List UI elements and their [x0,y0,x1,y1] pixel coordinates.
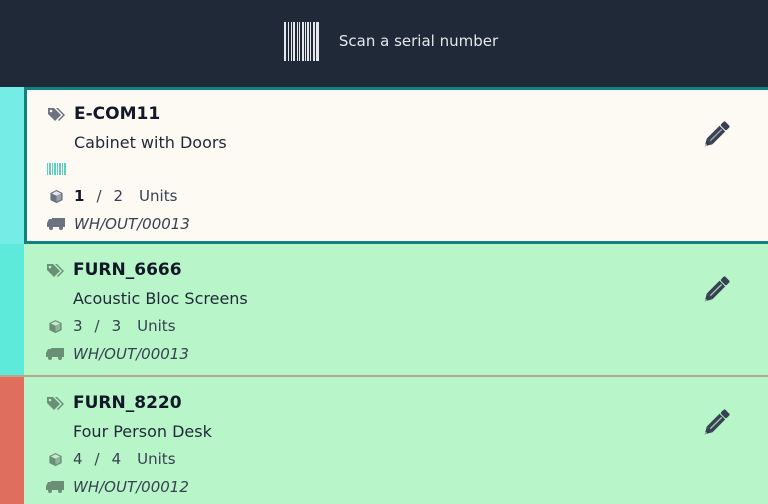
edit-line-button[interactable] [696,272,736,312]
product-name: Cabinet with Doors [74,132,227,152]
product-name-line: Cabinet with Doors [47,128,227,156]
uom: Units [137,450,176,468]
move-line-card[interactable]: FURN_8220 Four Person Desk 4 / 4 Units W… [24,377,768,504]
app-header: Scan a serial number [0,0,768,87]
cube-icon [46,451,64,467]
move-line-row[interactable]: FURN_6666 Acoustic Bloc Screens 3 / 3 Un… [0,244,768,375]
qty-done: 4 [73,450,83,468]
tag-icon [46,262,64,278]
serial-line [47,156,227,182]
scan-serial-button[interactable]: Scan a serial number [283,21,499,61]
truck-icon [46,346,64,362]
product-ref-line: FURN_6666 [46,256,248,284]
product-name: Acoustic Bloc Screens [73,288,248,308]
edit-line-button[interactable] [696,117,736,157]
move-line-card[interactable]: E-COM11 Cabinet with Doors 1 / 2 Units W… [24,87,768,244]
tag-icon [46,395,64,411]
product-ref: FURN_6666 [73,260,182,280]
serial-barcode-icon [47,163,66,175]
picking-line: WH/OUT/00013 [47,210,227,238]
move-line-row[interactable]: E-COM11 Cabinet with Doors 1 / 2 Units W… [0,87,768,244]
pencil-icon [698,272,734,312]
qty-separator: / [96,187,102,205]
product-ref-line: FURN_8220 [46,389,212,417]
move-line-card[interactable]: FURN_6666 Acoustic Bloc Screens 3 / 3 Un… [24,244,768,375]
qty-separator: / [94,317,100,335]
pencil-icon [698,117,734,157]
quantity-line: 4 / 4 Units [46,445,212,473]
tag-icon [47,106,65,122]
cube-icon [46,318,64,334]
uom: Units [139,187,178,205]
picking-line: WH/OUT/00012 [46,473,212,501]
product-ref-line: E-COM11 [47,100,227,128]
truck-icon [46,479,64,495]
qty-total: 2 [113,187,124,205]
picking-ref: WH/OUT/00012 [73,478,189,496]
cube-icon [47,188,65,204]
move-line-list: E-COM11 Cabinet with Doors 1 / 2 Units W… [0,87,768,504]
quantity-line: 1 / 2 Units [47,182,227,210]
product-ref: E-COM11 [74,104,161,124]
qty-done: 1 [74,187,85,205]
edit-line-button[interactable] [696,405,736,445]
pencil-icon [698,405,734,445]
status-stripe [0,244,24,375]
uom: Units [137,317,176,335]
barcode-icon [283,21,319,61]
product-name-line: Acoustic Bloc Screens [46,284,248,312]
picking-ref: WH/OUT/00013 [73,345,189,363]
product-name-line: Four Person Desk [46,417,212,445]
truck-icon [47,216,65,232]
qty-total: 4 [111,450,122,468]
product-name: Four Person Desk [73,421,212,441]
picking-line: WH/OUT/00013 [46,340,248,368]
qty-total: 3 [111,317,122,335]
picking-ref: WH/OUT/00013 [74,215,190,233]
status-stripe [0,377,24,504]
product-ref: FURN_8220 [73,393,182,413]
quantity-line: 3 / 3 Units [46,312,248,340]
scan-serial-label: Scan a serial number [338,32,499,50]
move-line-row[interactable]: FURN_8220 Four Person Desk 4 / 4 Units W… [0,377,768,504]
qty-done: 3 [73,317,83,335]
status-stripe [0,87,24,244]
qty-separator: / [94,450,100,468]
